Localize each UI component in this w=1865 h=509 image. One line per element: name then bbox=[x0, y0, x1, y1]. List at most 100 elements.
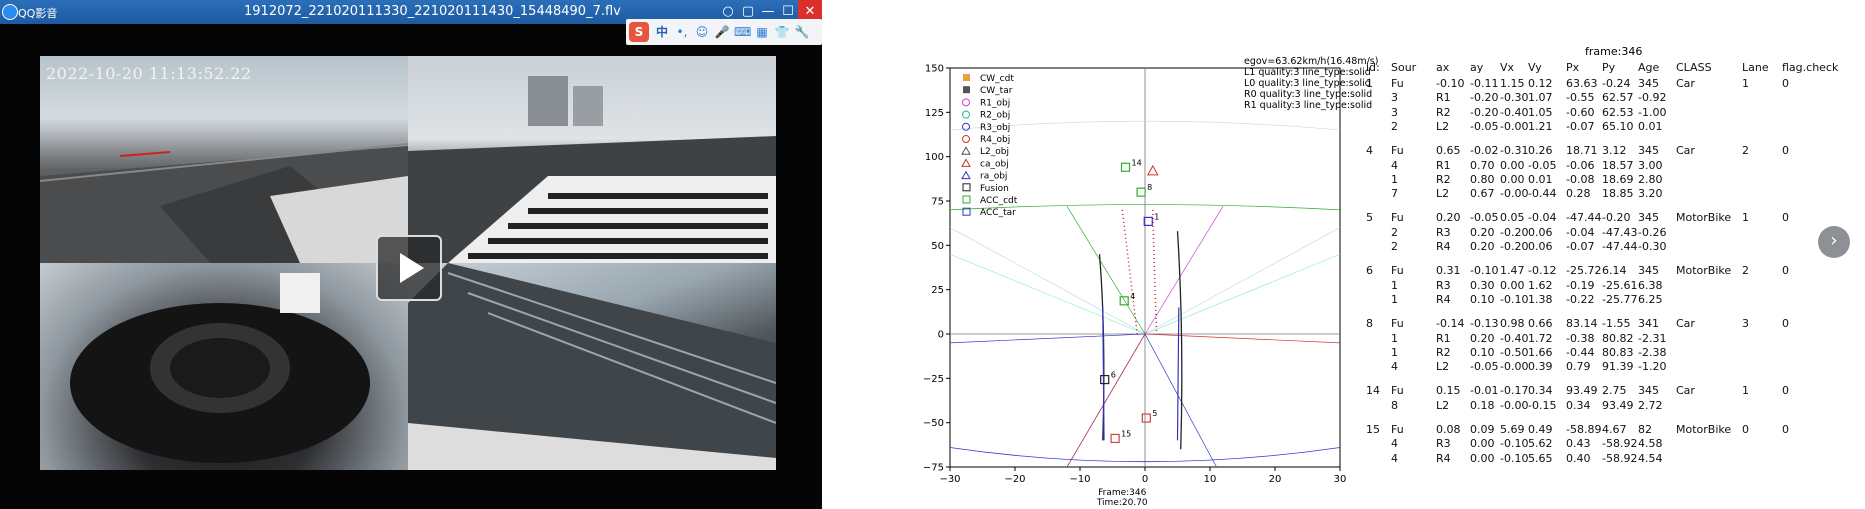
table-cell: -25.77 bbox=[1602, 292, 1638, 306]
table-cell: 1.15 bbox=[1500, 77, 1525, 90]
table-cell: -0.14 bbox=[1436, 317, 1465, 331]
table-header-cell: ax bbox=[1436, 61, 1450, 74]
table-cell: 1 bbox=[1391, 278, 1398, 292]
info-line: L0 quality:3 line_type:solid bbox=[1244, 78, 1371, 89]
table-cell: 0 bbox=[1782, 77, 1789, 90]
table-cell: R1 bbox=[1436, 158, 1451, 172]
table-cell: -0.55 bbox=[1566, 91, 1595, 105]
table-header-cell: CLASS bbox=[1676, 61, 1712, 74]
table-cell: Fu bbox=[1391, 77, 1404, 90]
table-cell: R2 bbox=[1436, 105, 1451, 119]
table-cell: 18.85 bbox=[1602, 187, 1634, 201]
vehicle-info-text: egov=63.62km/h(16.48m/s) L1 quality:3 li… bbox=[1244, 56, 1378, 111]
x-tick-label: 10 bbox=[1204, 474, 1217, 485]
table-header-cell: Py bbox=[1602, 61, 1616, 74]
table-cell: 0 bbox=[1782, 211, 1789, 225]
table-cell: -0.40 bbox=[1500, 105, 1529, 119]
table-row: 4 R1 0.70 0.00 -0.05 -0.06 18.57 3.00 bbox=[1366, 159, 1861, 173]
table-row: 4 R3 0.00 -0.10 5.62 0.43 -58.92 4.58 bbox=[1366, 437, 1861, 451]
table-cell: -0.02 bbox=[1470, 144, 1499, 158]
legend-marker bbox=[963, 86, 970, 94]
object-id-label: 4 bbox=[1130, 292, 1135, 301]
table-cell: -58.89 bbox=[1566, 423, 1602, 436]
x-tick-label: 20 bbox=[1269, 474, 1282, 485]
lane-line-left bbox=[1121, 209, 1138, 335]
table-cell: 1 bbox=[1391, 345, 1398, 359]
table-cell: Fu bbox=[1391, 423, 1404, 436]
fov-line bbox=[1144, 206, 1224, 335]
table-cell: 6 bbox=[1366, 264, 1373, 278]
fov-line bbox=[1144, 253, 1341, 335]
table-row: 5 Fu 0.20 -0.05 0.05 -0.04 -47.44 -0.20 345 Motor… bbox=[1366, 211, 1861, 225]
table-cell: 0.06 bbox=[1528, 225, 1553, 239]
legend-marker bbox=[961, 170, 971, 180]
table-row: 8 L2 0.18 -0.00 -0.15 0.34 93.49 2.72 bbox=[1366, 399, 1861, 413]
table-cell: -0.04 bbox=[1566, 225, 1595, 239]
legend-label: Fusion bbox=[980, 184, 1009, 194]
table-cell: -0.30 bbox=[1638, 240, 1667, 253]
table-cell: -0.40 bbox=[1500, 331, 1529, 345]
table-cell: 0 bbox=[1742, 423, 1749, 436]
table-cell: -0.24 bbox=[1602, 77, 1631, 90]
table-cell: 4 bbox=[1366, 144, 1373, 158]
table-cell: Fu bbox=[1391, 264, 1404, 278]
table-cell: 0.70 bbox=[1470, 158, 1495, 172]
table-cell: 1.38 bbox=[1528, 292, 1553, 306]
table-row: 4 Fu 0.65 -0.02 -0.31 0.26 18.71 3.12 345 Car 2 0 bbox=[1366, 144, 1861, 158]
table-cell: 15 bbox=[1366, 423, 1380, 436]
table-cell: 80.83 bbox=[1602, 345, 1634, 359]
legend-label: CW_tar bbox=[980, 86, 1013, 96]
table-cell: 0.49 bbox=[1528, 423, 1553, 436]
table-cell: Car bbox=[1676, 77, 1695, 90]
table-cell: 3.20 bbox=[1638, 187, 1663, 201]
table-cell: Car bbox=[1676, 384, 1695, 398]
table-cell: 3 bbox=[1391, 105, 1398, 119]
fov-line bbox=[1066, 206, 1146, 335]
legend-marker bbox=[962, 98, 970, 107]
y-tick-label: −25 bbox=[923, 374, 944, 385]
table-cell: 2 bbox=[1742, 144, 1749, 158]
table-cell: 0.34 bbox=[1566, 398, 1591, 412]
table-cell: -0.20 bbox=[1500, 240, 1529, 253]
table-cell: -2.38 bbox=[1638, 345, 1667, 359]
table-cell: R4 bbox=[1436, 240, 1451, 253]
table-cell: L2 bbox=[1436, 187, 1450, 201]
fov-line bbox=[949, 253, 1146, 335]
table-row: 14 Fu 0.15 -0.01 -0.17 0.34 93.49 2.75 345 Car 1 0 bbox=[1366, 384, 1861, 398]
table-cell: -0.05 bbox=[1528, 158, 1557, 172]
legend-marker bbox=[962, 195, 971, 204]
table-header-cell: Vx bbox=[1500, 61, 1515, 74]
table-cell: 0.00 bbox=[1500, 278, 1525, 292]
table-cell: 0.01 bbox=[1638, 119, 1663, 133]
object-marker bbox=[1143, 216, 1153, 226]
legend-label: ACC_cdt bbox=[980, 196, 1018, 206]
table-cell: 5.69 bbox=[1500, 423, 1525, 436]
table-header-cell: id: bbox=[1366, 61, 1380, 74]
info-line: egov=63.62km/h(16.48m/s) bbox=[1244, 56, 1379, 67]
table-cell: -47.44 bbox=[1602, 240, 1638, 253]
table-header-cell: Lane bbox=[1742, 61, 1769, 74]
table-cell: R2 bbox=[1436, 345, 1451, 359]
table-cell: 345 bbox=[1638, 211, 1659, 225]
table-cell: 2.80 bbox=[1638, 172, 1663, 186]
table-row: 2 L2 -0.05 -0.00 1.21 -0.07 65.10 0.01 bbox=[1366, 120, 1861, 134]
table-cell: 0.79 bbox=[1566, 360, 1591, 374]
table-cell: -0.00 bbox=[1500, 360, 1529, 374]
table-cell: -1.55 bbox=[1602, 317, 1631, 331]
table-cell: 0.08 bbox=[1436, 423, 1461, 436]
table-cell: 0.65 bbox=[1436, 144, 1461, 158]
next-chevron-icon[interactable]: › bbox=[1818, 226, 1850, 258]
table-cell: -0.13 bbox=[1470, 317, 1499, 331]
legend-label: R3_obj bbox=[980, 123, 1010, 133]
table-cell: 345 bbox=[1638, 384, 1659, 398]
table-cell: Fu bbox=[1391, 144, 1404, 158]
table-cell: 0.67 bbox=[1470, 187, 1495, 201]
legend-label: ca_obj bbox=[980, 159, 1009, 169]
lane-line-blue bbox=[1176, 307, 1180, 441]
table-cell: -0.07 bbox=[1566, 240, 1595, 253]
table-cell: 18.69 bbox=[1602, 172, 1634, 186]
table-row: 1 Fu -0.10 -0.11 1.15 0.12 63.63 -0.24 345 Car 1 0 bbox=[1366, 77, 1861, 91]
frame-footer: Frame:346 bbox=[1098, 488, 1147, 498]
table-cell: 62.57 bbox=[1602, 91, 1634, 105]
table-cell: -2.31 bbox=[1638, 331, 1667, 345]
